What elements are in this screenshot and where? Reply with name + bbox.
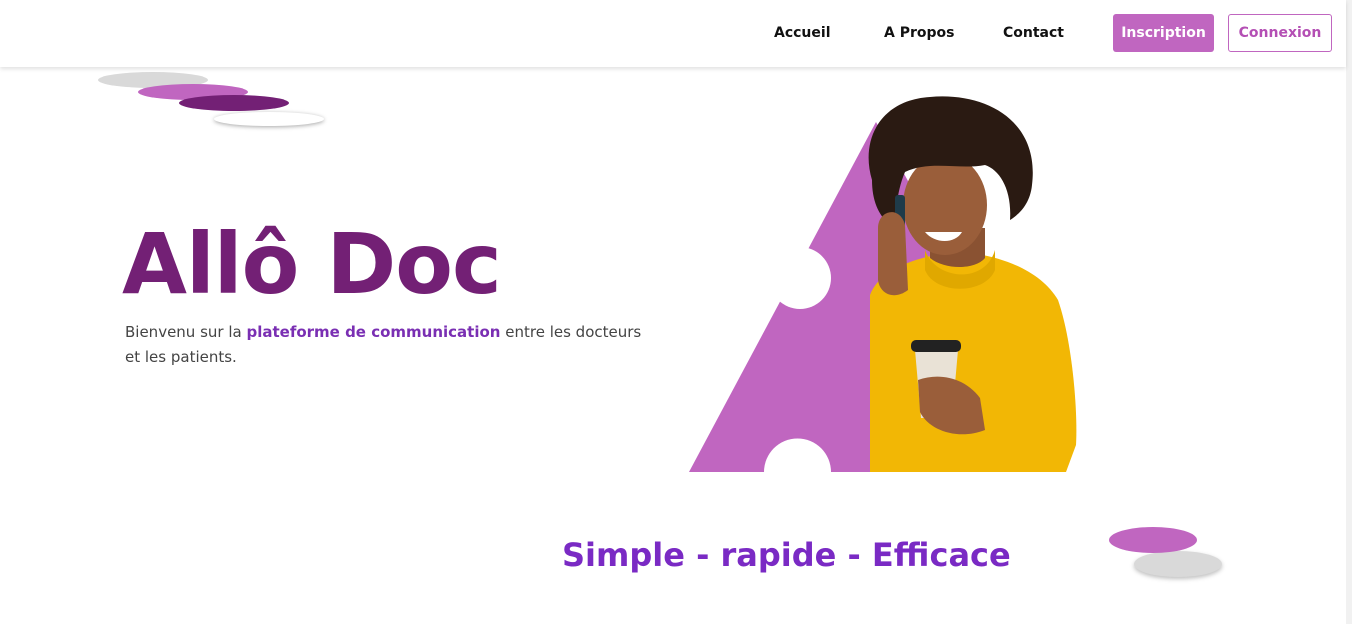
nav-link-contact[interactable]: Contact xyxy=(1003,25,1064,41)
login-button[interactable]: Connexion xyxy=(1228,14,1332,52)
nav-link-accueil[interactable]: Accueil xyxy=(774,25,831,41)
nav-link-a-propos[interactable]: A Propos xyxy=(884,25,954,41)
hero-description: Bienvenu sur la plateforme de communicat… xyxy=(125,320,655,370)
scrollbar[interactable] xyxy=(1346,0,1352,624)
signup-button[interactable]: Inscription xyxy=(1113,14,1214,52)
decorative-ellipses-bottom xyxy=(1109,527,1222,577)
hero-image xyxy=(689,96,1077,472)
tagline: Simple - rapide - Efficace xyxy=(562,536,1011,574)
hero-title: Allô Doc xyxy=(122,215,502,313)
navbar: Accueil A Propos Contact Inscription Con… xyxy=(0,0,1346,67)
hero-description-start: Bienvenu sur la xyxy=(125,323,247,341)
hero-description-highlight: plateforme de communication xyxy=(246,323,501,341)
